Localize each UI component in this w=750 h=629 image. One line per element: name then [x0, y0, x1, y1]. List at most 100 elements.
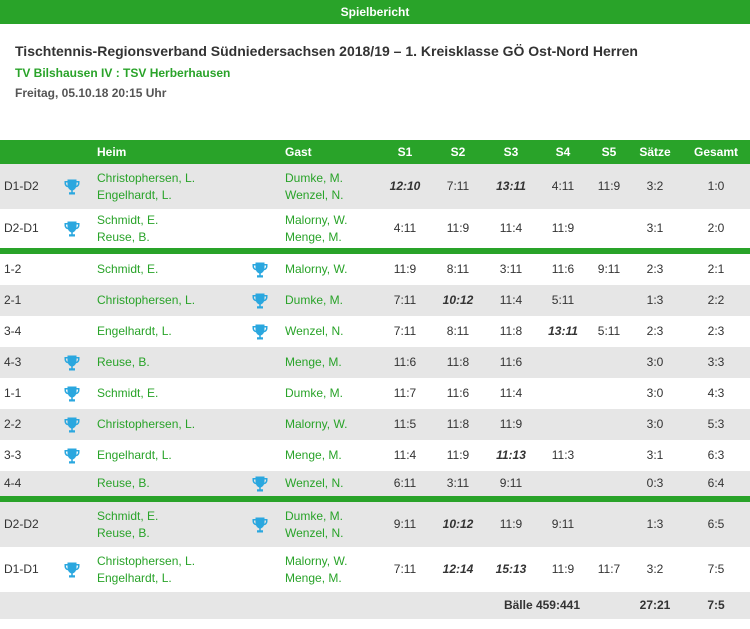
player-link[interactable]: Wenzel, N.: [285, 187, 385, 204]
set-score: 3:11: [499, 262, 523, 276]
table-body: D1-D2 Christophersen, L. Engelhardt, L. Dum…: [0, 164, 750, 592]
set-score: 11:6: [446, 386, 470, 400]
set-score: 4:11: [551, 179, 575, 193]
gast-winner-slot: [250, 502, 270, 547]
table-row: 1-2 Schmidt, E. Malorny, W. 11:9 8:11 3:11 11:…: [0, 254, 750, 285]
player-link[interactable]: Wenzel, N.: [285, 323, 385, 340]
player-link[interactable]: Wenzel, N.: [285, 475, 385, 492]
trophy-icon: [63, 447, 81, 465]
gast-players: Wenzel, N.: [285, 471, 385, 496]
player-link[interactable]: Schmidt, E.: [97, 261, 247, 278]
player-link[interactable]: Reuse, B.: [97, 475, 247, 492]
player-link[interactable]: Reuse, B.: [97, 229, 247, 246]
header-saetze: Sätze: [639, 145, 671, 159]
gast-players: Malorny, W.: [285, 254, 385, 285]
match-header: Tischtennis-Regionsverband Südniedersach…: [0, 24, 750, 101]
gast-winner-slot: [250, 440, 270, 471]
gast-winner-slot: [250, 316, 270, 347]
set-score: 11:8: [499, 324, 523, 338]
set-score: 11:6: [551, 262, 575, 276]
table-footer: Bälle 459:441 27:21 7:5: [0, 592, 750, 619]
player-link[interactable]: Engelhardt, L.: [97, 323, 247, 340]
player-link[interactable]: Malorny, W.: [285, 553, 385, 570]
player-link[interactable]: Menge, M.: [285, 447, 385, 464]
player-link[interactable]: Reuse, B.: [97, 525, 247, 542]
player-link[interactable]: Engelhardt, L.: [97, 187, 247, 204]
set-score: 11:9: [446, 221, 470, 235]
sets-result: 2:3: [646, 324, 664, 338]
player-link[interactable]: Malorny, W.: [285, 212, 385, 229]
set-score: 11:9: [551, 562, 575, 576]
player-link[interactable]: Wenzel, N.: [285, 525, 385, 542]
heim-winner-slot: [62, 316, 82, 347]
gast-winner-slot: [250, 378, 270, 409]
set-score: 8:11: [446, 324, 470, 338]
player-link[interactable]: Malorny, W.: [285, 261, 385, 278]
player-link[interactable]: Christophersen, L.: [97, 292, 247, 309]
player-link[interactable]: Dumke, M.: [285, 385, 385, 402]
table-row: 3-4 Engelhardt, L. Wenzel, N. 7:11 8:11 11:8 1…: [0, 316, 750, 347]
gast-winner-slot: [250, 547, 270, 592]
set-score: [589, 209, 629, 248]
player-link[interactable]: Schmidt, E.: [97, 508, 247, 525]
player-link[interactable]: Christophersen, L.: [97, 416, 247, 433]
set-score: 11:9: [597, 179, 621, 193]
player-link[interactable]: Schmidt, E.: [97, 385, 247, 402]
player-link[interactable]: Reuse, B.: [97, 354, 247, 371]
trophy-icon: [63, 220, 81, 238]
match-teams[interactable]: TV Bilshausen IV : TSV Herberhausen: [15, 66, 735, 80]
gast-winner-slot: [250, 347, 270, 378]
player-link[interactable]: Dumke, M.: [285, 292, 385, 309]
heim-winner-slot: [62, 502, 82, 547]
heim-players: Schmidt, E. Reuse, B.: [97, 209, 247, 248]
table-row: 2-1 Christophersen, L. Dumke, M. 7:11 10:12 1…: [0, 285, 750, 316]
header-s2: S2: [450, 145, 466, 159]
set-score: 5:11: [597, 324, 621, 338]
set-score: [589, 378, 629, 409]
sets-result: 1:3: [646, 517, 664, 531]
player-link[interactable]: Menge, M.: [285, 354, 385, 371]
player-link[interactable]: Schmidt, E.: [97, 212, 247, 229]
set-score: 11:9: [393, 262, 417, 276]
player-link[interactable]: Christophersen, L.: [97, 553, 247, 570]
player-link[interactable]: Malorny, W.: [285, 416, 385, 433]
set-score: 15:13: [495, 562, 527, 576]
set-score: 13:11: [496, 179, 526, 193]
set-score: 10:12: [442, 293, 474, 307]
set-score: [543, 378, 583, 409]
player-link[interactable]: Christophersen, L.: [97, 170, 247, 187]
player-link[interactable]: Engelhardt, L.: [97, 447, 247, 464]
heim-players: Christophersen, L. Engelhardt, L.: [97, 164, 247, 209]
table-row: D1-D2 Christophersen, L. Engelhardt, L. Dum…: [0, 164, 750, 209]
trophy-icon: [251, 292, 269, 310]
gast-players: Malorny, W. Menge, M.: [285, 547, 385, 592]
set-score: 11:8: [446, 355, 470, 369]
gast-players: Dumke, M. Wenzel, N.: [285, 502, 385, 547]
heim-players: Schmidt, E. Reuse, B.: [97, 502, 247, 547]
player-link[interactable]: Menge, M.: [285, 229, 385, 246]
trophy-icon: [251, 475, 269, 493]
set-score: 7:11: [446, 179, 470, 193]
gast-players: Menge, M.: [285, 347, 385, 378]
header-s5: S5: [601, 145, 617, 159]
player-link[interactable]: Dumke, M.: [285, 170, 385, 187]
set-score: 12:14: [442, 562, 474, 576]
heim-players: Christophersen, L.: [97, 409, 247, 440]
player-link[interactable]: Menge, M.: [285, 570, 385, 587]
set-score: 3:11: [446, 476, 470, 490]
running-total: 3:3: [707, 355, 725, 369]
trophy-icon: [63, 178, 81, 196]
trophy-icon: [63, 416, 81, 434]
set-score: 9:11: [393, 517, 417, 531]
heim-winner-slot: [62, 164, 82, 209]
pairing-label: D1-D2: [4, 179, 39, 193]
set-score: 11:9: [551, 221, 575, 235]
match-date: Freitag, 05.10.18 20:15 Uhr: [15, 86, 167, 100]
heim-winner-slot: [62, 285, 82, 316]
header-gesamt: Gesamt: [693, 145, 739, 159]
pairing-label: 4-3: [4, 355, 22, 369]
table-row: D1-D1 Christophersen, L. Engelhardt, L. Mal…: [0, 547, 750, 592]
player-link[interactable]: Dumke, M.: [285, 508, 385, 525]
player-link[interactable]: Engelhardt, L.: [97, 570, 247, 587]
set-score: 11:9: [446, 448, 470, 462]
